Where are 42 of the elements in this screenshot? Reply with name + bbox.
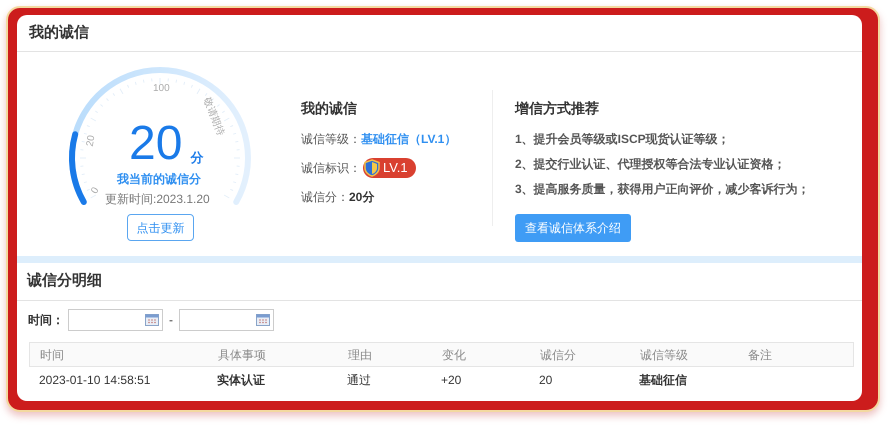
arc-label: 敬请期待: [200, 96, 226, 138]
score-value: 20: [129, 120, 182, 168]
column-header: 具体事项: [218, 346, 267, 364]
field-label: 诚信等级：: [301, 131, 361, 148]
column-header: 备注: [748, 346, 773, 364]
table-cell-text: 2023-01-10 14:58:51: [39, 372, 152, 389]
table-cell-text: 20: [539, 372, 554, 389]
column-header: 时间: [40, 346, 65, 364]
range-separator: -: [168, 312, 174, 329]
score-caption: 我当前的诚信分: [117, 171, 201, 188]
tick-label: 0: [90, 186, 102, 196]
field-label: 诚信分：: [301, 189, 349, 206]
column-header: 诚信等级: [640, 346, 689, 364]
section-title: 我的诚信: [29, 22, 89, 43]
score-text: 20分: [349, 189, 374, 206]
calendar-icon[interactable]: [145, 314, 159, 326]
intro-button[interactable]: 查看诚信体系介绍: [515, 214, 631, 242]
column-header: 变化: [442, 346, 467, 364]
section-title: 诚信分明细: [27, 271, 102, 292]
update-time: 更新时间:2023.1.20: [105, 191, 210, 208]
level-link[interactable]: 基础征信（LV.1）: [361, 130, 456, 148]
filter-label: 时间：: [28, 312, 64, 329]
column-header: 诚信分: [540, 346, 577, 364]
tick-label: 20: [86, 134, 98, 148]
tick-label: 100: [153, 84, 170, 94]
refresh-button[interactable]: 点击更新: [127, 214, 194, 241]
date-field[interactable]: [68, 309, 163, 331]
info-title: 我的诚信: [301, 99, 358, 118]
recommend-item: 3、提高服务质量，获得用户正向评价，减少客诉行为；: [515, 181, 810, 198]
table-cell-text: 实体认证: [217, 372, 266, 389]
recommend-title: 增信方式推荐: [515, 99, 600, 118]
recommend-item: 1、提升会员等级或ISCP现货认证等级；: [515, 131, 731, 148]
recommend-item: 2、提交行业认证、代理授权等合法专业认证资格；: [515, 156, 787, 173]
table-cell-text: +20: [441, 372, 462, 389]
calendar-icon[interactable]: [256, 314, 270, 326]
column-header: 理由: [348, 346, 373, 364]
level-badge: LV.1: [363, 158, 416, 178]
field-label: 诚信标识：: [301, 160, 361, 177]
score-unit: 分: [190, 151, 204, 164]
table-cell-text: 通过: [347, 372, 372, 389]
date-field[interactable]: [179, 309, 274, 331]
table-cell-text: 基础征信: [639, 372, 688, 389]
